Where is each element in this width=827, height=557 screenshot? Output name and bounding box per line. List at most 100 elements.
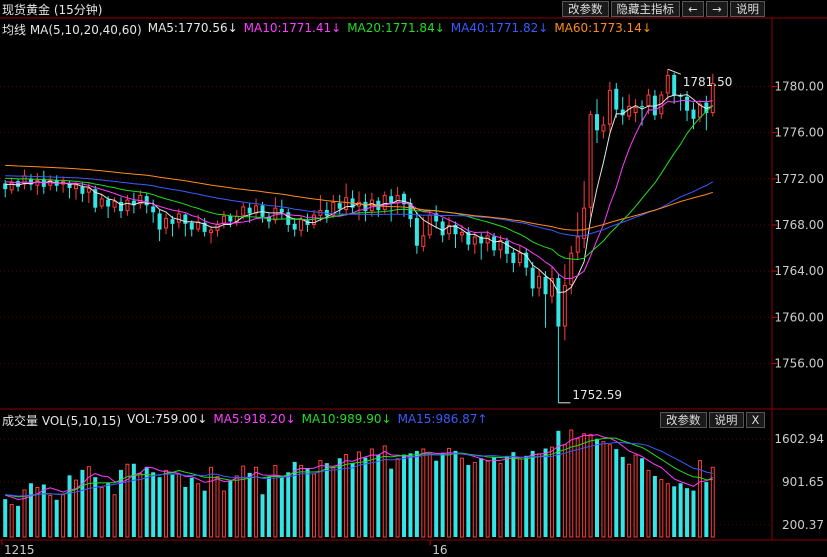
candle-body (279, 208, 284, 213)
volume-bar (672, 486, 677, 537)
volume-legend: 成交量 VOL(5,10,15) VOL:759.00↓ MA5:918.20↓… (2, 412, 487, 429)
volume-bar (633, 454, 638, 538)
volume-bar (607, 444, 612, 538)
arrow-left-icon[interactable]: ← (682, 1, 704, 17)
volume-bar (665, 483, 670, 538)
candle-body (337, 203, 342, 209)
candle-body (125, 199, 130, 212)
volume-bar (363, 457, 368, 537)
arrow-right-icon[interactable]: → (706, 1, 728, 17)
candle-body (504, 241, 509, 254)
candle-body (575, 236, 580, 253)
volume-tick-label: 901.65 (782, 475, 824, 489)
edit-params-button[interactable]: 改参数 (562, 1, 609, 17)
candle-body (292, 223, 297, 230)
candle-body (607, 89, 612, 125)
candle-body (556, 278, 561, 327)
volume-bar (28, 483, 33, 537)
candle-body (427, 214, 432, 236)
volume-bar (106, 483, 111, 537)
close-icon[interactable]: X (745, 412, 766, 428)
candle-body (112, 200, 117, 208)
volume-bar (517, 458, 522, 538)
volume-bar (440, 452, 445, 537)
volume-bar (164, 469, 169, 538)
vol-ma15-value: MA15:986.87↑ (397, 412, 488, 426)
volume-tick-label: 200.37 (782, 518, 824, 532)
volume-bar (138, 472, 143, 538)
price-tick-label: 1756.00 (774, 356, 824, 370)
volume-bar (196, 483, 201, 538)
candle-body (569, 252, 574, 285)
volume-bar (498, 463, 503, 538)
x-tick-label: 16 (432, 543, 447, 557)
volume-tick-label: 1602.94 (774, 432, 824, 446)
candle-body (421, 235, 426, 247)
volume-bar (601, 441, 606, 538)
help-button[interactable]: 说明 (730, 1, 765, 17)
candle-body (86, 188, 91, 193)
grid-lines (0, 17, 827, 541)
volume-bar (254, 466, 259, 538)
volume-bar (80, 469, 85, 537)
volume-bar (543, 448, 548, 537)
volume-bar (286, 472, 291, 537)
candle-body (582, 207, 587, 239)
volume-bar (279, 477, 284, 537)
candle-body (119, 201, 123, 212)
ma20-line (5, 104, 714, 261)
candle-body (691, 109, 696, 119)
volume-bar (176, 473, 181, 538)
low-label: 1752.59 (572, 388, 622, 402)
candle-body (414, 218, 419, 246)
candle-body (80, 186, 85, 194)
candle-body (22, 175, 27, 185)
vol-help-button[interactable]: 说明 (708, 412, 744, 428)
volume-bar (93, 477, 98, 537)
candle-body (440, 221, 445, 236)
volume-bar (202, 490, 207, 537)
volume-bar (215, 475, 220, 538)
volume-bar (595, 438, 599, 537)
ma40-value: MA40:1771.82↓ (450, 21, 549, 35)
volume-bar (569, 429, 574, 538)
volume-bar (537, 453, 542, 538)
candle-body (157, 213, 162, 230)
candle-body (459, 231, 464, 236)
candle-body (640, 106, 645, 108)
volume-bar (170, 474, 175, 537)
volume-bar (704, 482, 709, 537)
volume-bar (61, 494, 66, 538)
candle-body (601, 124, 606, 132)
chart-title: 现货黄金 (15分钟) (2, 3, 103, 17)
volume-bar (350, 463, 355, 537)
candle-body (106, 199, 111, 207)
volume-bar (99, 486, 104, 538)
candle-body (209, 229, 214, 234)
candle-body (588, 114, 593, 208)
volume-bar (466, 464, 471, 537)
vol-edit-params-button[interactable]: 改参数 (660, 412, 707, 428)
volume-bar (697, 460, 702, 538)
volume-bars (3, 429, 715, 538)
volume-bar (241, 465, 246, 538)
candle-body (672, 74, 677, 96)
hide-main-indicator-button[interactable]: 隐藏主指标 (610, 1, 680, 17)
candle-body (543, 276, 548, 295)
ma20-value: MA20:1771.84↓ (347, 21, 445, 35)
x-tick-label: 1215 (4, 543, 35, 557)
volume-bar (260, 494, 265, 537)
volume-bar (189, 477, 194, 537)
volume-bar (588, 433, 593, 538)
volume-bar (228, 480, 233, 537)
candle-body (273, 207, 278, 221)
candle-body (382, 194, 387, 210)
candle-body (228, 215, 233, 222)
volume-bar (112, 494, 117, 538)
vol-legend-label: 成交量 VOL(5,10,15) (2, 414, 122, 428)
volume-bar (421, 448, 426, 538)
price-tick-label: 1768.00 (774, 218, 824, 232)
volume-bar (504, 456, 509, 537)
candle-body (517, 252, 522, 264)
volume-bar (183, 486, 188, 537)
